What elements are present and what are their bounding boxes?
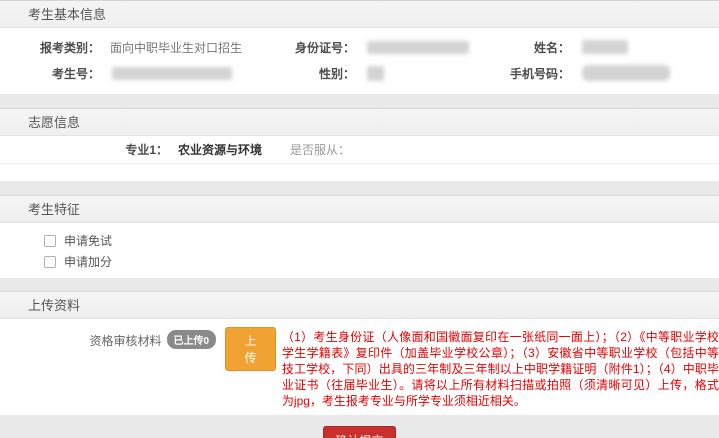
exam-number-label: 考生号： (0, 65, 100, 82)
section-basic-info-body: 报考类别： 面向中职毕业生对口招生 身份证号： 姓名： 考生号： (0, 28, 719, 94)
section-candidate-features-header: 考生特征 (0, 195, 719, 223)
section-title-features: 考生特征 (28, 202, 80, 217)
upload-row: 资格审核材料 已上传0 上传 （1）考生身份证（人像面和国徽面复印在一张纸同一面… (0, 327, 719, 409)
redacted-name (582, 40, 628, 54)
bonus-points-checkbox[interactable] (44, 256, 56, 268)
section-basic-info-header: 考生基本信息 (0, 0, 719, 28)
checkbox-row-bonus-points[interactable]: 申请加分 (44, 251, 719, 272)
field-id-number: 身份证号： (250, 39, 505, 56)
confirm-submit-button[interactable]: 确认提交 (323, 426, 395, 438)
uploaded-count-badge: 已上传0 (167, 330, 217, 349)
field-category: 报考类别： 面向中职毕业生对口招生 (0, 39, 250, 56)
id-number-label: 身份证号： (250, 39, 355, 56)
phone-label: 手机号码： (505, 65, 570, 82)
exemption-checkbox-label: 申请免试 (64, 232, 112, 249)
category-label: 报考类别： (0, 39, 100, 56)
checkbox-row-exemption[interactable]: 申请免试 (44, 230, 719, 251)
exemption-checkbox[interactable] (44, 235, 56, 247)
obey-label: 是否服从： (290, 141, 350, 158)
basic-info-row-1: 报考类别： 面向中职毕业生对口招生 身份证号： 姓名： (0, 34, 719, 60)
section-volunteer-info: 志愿信息 专业1： 农业资源与环境 是否服从： (0, 108, 719, 181)
section-upload-materials-body: 资格审核材料 已上传0 上传 （1）考生身份证（人像面和国徽面复印在一张纸同一面… (0, 319, 719, 415)
section-volunteer-info-body: 专业1： 农业资源与环境 是否服从： (0, 136, 719, 181)
section-title-basic: 考生基本信息 (28, 7, 106, 22)
redacted-id-number (367, 41, 469, 54)
section-basic-info: 考生基本信息 报考类别： 面向中职毕业生对口招生 身份证号： 姓名： (0, 0, 719, 94)
section-upload-materials: 上传资料 资格审核材料 已上传0 上传 （1）考生身份证（人像面和国徽面复印在一… (0, 291, 719, 415)
redacted-gender (367, 66, 384, 81)
section-candidate-features: 考生特征 申请免试 申请加分 (0, 195, 719, 278)
qualification-material-label: 资格审核材料 (0, 332, 162, 349)
field-name: 姓名： (505, 39, 719, 56)
field-exam-number: 考生号： (0, 65, 250, 82)
name-label: 姓名： (505, 39, 570, 56)
field-phone: 手机号码： (505, 65, 719, 82)
gender-label: 性别： (250, 65, 355, 82)
basic-info-row-2: 考生号： 性别： 手机号码： (0, 60, 719, 86)
major-label: 专业1： (0, 141, 168, 158)
bonus-points-checkbox-label: 申请加分 (64, 253, 112, 270)
section-upload-materials-header: 上传资料 (0, 291, 719, 319)
field-gender: 性别： (250, 65, 505, 82)
major-value: 农业资源与环境 (178, 141, 290, 158)
application-form-page: 考生基本信息 报考类别： 面向中职毕业生对口招生 身份证号： 姓名： (0, 0, 719, 438)
section-title-upload: 上传资料 (28, 298, 80, 313)
category-value: 面向中职毕业生对口招生 (110, 39, 242, 56)
footer-bar: 确认提交 (0, 415, 719, 438)
volunteer-empty-row (0, 164, 719, 181)
upload-button[interactable]: 上传 (225, 327, 276, 371)
redacted-phone (582, 65, 670, 81)
upload-instructions-text: （1）考生身份证（人像面和国徽面复印在一张纸同一面上）；（2）《中等职业学校学生… (282, 329, 719, 409)
section-candidate-features-body: 申请免试 申请加分 (0, 223, 719, 278)
major-row: 专业1： 农业资源与环境 是否服从： (0, 136, 719, 164)
section-volunteer-info-header: 志愿信息 (0, 108, 719, 136)
section-title-volunteer: 志愿信息 (28, 115, 80, 130)
redacted-exam-number (112, 67, 232, 80)
